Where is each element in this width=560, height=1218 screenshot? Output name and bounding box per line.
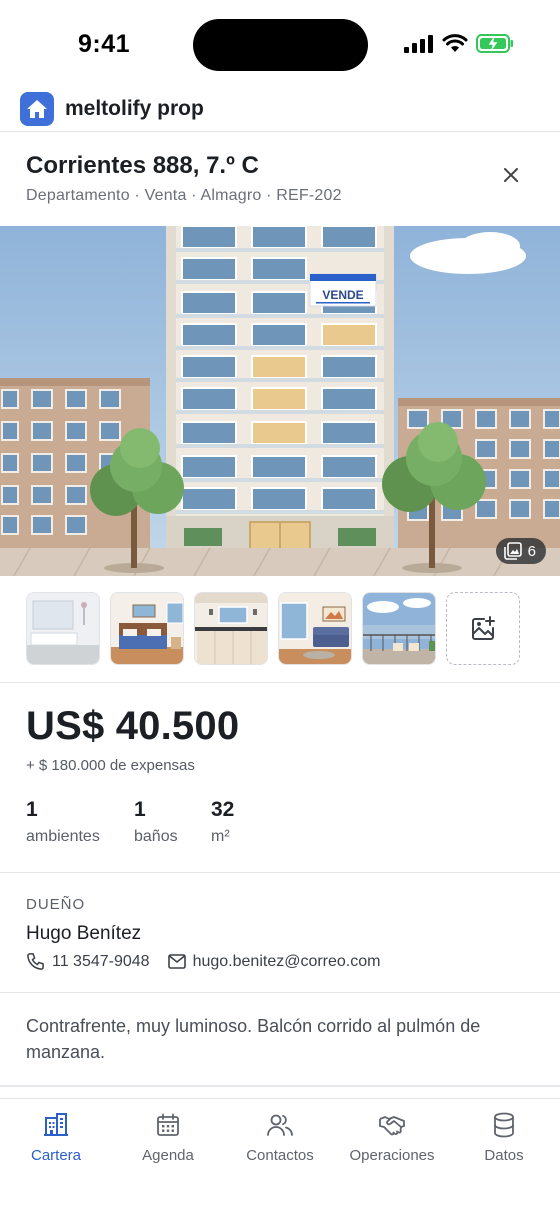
owner-contacts: 11 3547-9048 hugo.benitez@correo.com <box>26 952 398 971</box>
price: US$ 40.500 <box>26 704 240 748</box>
stat-label: m² <box>211 828 230 845</box>
building-icon <box>42 1111 70 1139</box>
property-description: Contrafrente, muy luminoso. Balcón corri… <box>26 1016 481 1062</box>
signal-icon <box>404 34 433 53</box>
nav-item-operaciones[interactable]: Operaciones <box>336 1099 448 1218</box>
status-time: 9:41 <box>78 30 131 58</box>
app-header: meltolify prop <box>0 86 560 132</box>
database-icon <box>490 1111 518 1139</box>
add-photo-button[interactable] <box>446 592 520 665</box>
nav-label: Datos <box>484 1147 524 1164</box>
users-icon <box>266 1111 294 1139</box>
thumbnail-bathroom[interactable] <box>26 592 100 665</box>
stat-area: 32 m² <box>211 798 234 846</box>
handshake-icon <box>378 1111 406 1139</box>
nav-label: Operaciones <box>349 1147 435 1164</box>
stat-rooms: 1 ambientes <box>26 798 102 846</box>
building-illustration: VENDE <box>0 226 560 576</box>
owner-name: Hugo Benítez <box>26 923 142 944</box>
thumbnail-living-room[interactable] <box>278 592 352 665</box>
close-icon <box>504 168 518 182</box>
divider <box>0 992 560 993</box>
wifi-icon <box>442 34 468 52</box>
property-title: Corrientes 888, 7.º C <box>26 152 259 179</box>
gallery-icon <box>503 542 522 560</box>
divider <box>0 872 560 873</box>
sale-sign-text: VENDE <box>322 288 363 302</box>
calendar-icon <box>154 1111 182 1139</box>
nav-label: Cartera <box>30 1147 82 1164</box>
phone-icon <box>27 953 44 970</box>
status-icons <box>404 34 514 53</box>
property-header: Corrientes 888, 7.º C Departamento · Ven… <box>0 132 560 226</box>
stat-value: 1 <box>26 798 38 821</box>
nav-label: Agenda <box>142 1147 194 1164</box>
owner-email-link[interactable]: hugo.benitez@correo.com <box>167 952 381 971</box>
owner-email: hugo.benitez@correo.com <box>192 952 381 970</box>
nav-item-agenda[interactable]: Agenda <box>112 1099 224 1218</box>
stat-value: 1 <box>134 798 146 821</box>
nav-item-datos[interactable]: Datos <box>448 1099 560 1218</box>
divider <box>0 682 560 683</box>
thumbnail-bedroom[interactable] <box>110 592 184 665</box>
property-subtitle: Departamento · Venta · Almagro · REF-202 <box>26 187 342 204</box>
owner-phone-link[interactable]: 11 3547-9048 <box>26 952 150 971</box>
nav-item-contactos[interactable]: Contactos <box>224 1099 336 1218</box>
divider <box>0 1085 560 1087</box>
nav-item-cartera[interactable]: Cartera <box>0 1099 112 1218</box>
close-button[interactable] <box>498 162 524 188</box>
thumbnail-strip <box>26 592 520 665</box>
nav-label: Contactos <box>246 1147 314 1164</box>
expenses: + $ 180.000 de expensas <box>26 757 195 774</box>
home-icon <box>20 91 54 126</box>
stat-value: 32 <box>211 798 235 821</box>
status-bar: 9:41 <box>0 0 560 86</box>
stat-bathrooms: 1 baños <box>134 798 179 846</box>
main-photo[interactable]: VENDE 6 <box>0 226 560 576</box>
thumbnail-balcony[interactable] <box>362 592 436 665</box>
photo-count: 6 <box>527 542 536 560</box>
dynamic-island <box>193 19 368 71</box>
owner-section-label: DUEÑO <box>26 896 86 913</box>
stat-label: ambientes <box>26 828 100 845</box>
mail-icon <box>167 954 186 969</box>
owner-phone: 11 3547-9048 <box>52 952 150 970</box>
photo-count-badge[interactable]: 6 <box>495 538 546 564</box>
add-image-icon <box>472 615 495 640</box>
battery-icon <box>476 34 513 53</box>
bottom-navigation: Cartera Agenda Contactos Operaciones Dat… <box>0 1098 560 1218</box>
app-name: meltolify prop <box>65 96 204 120</box>
thumbnail-kitchen[interactable] <box>194 592 268 665</box>
stat-label: baños <box>134 828 178 845</box>
property-stats: 1 ambientes 1 baños 32 m² <box>26 798 266 846</box>
